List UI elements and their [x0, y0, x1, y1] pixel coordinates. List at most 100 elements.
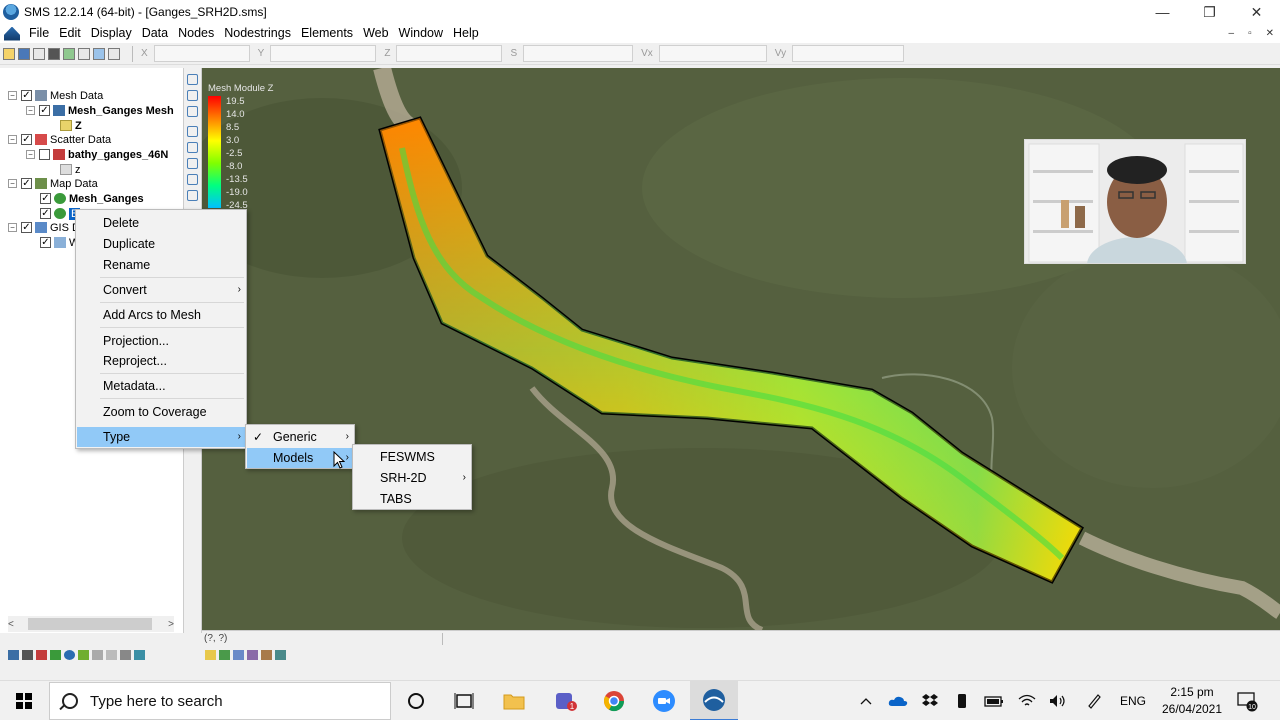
checkbox[interactable]: ✓ — [40, 237, 51, 248]
gis-module-icon[interactable] — [64, 650, 75, 660]
cartesian-module-icon[interactable] — [92, 650, 103, 660]
menu-item-metadata[interactable]: Metadata... — [77, 376, 247, 396]
file-explorer-button[interactable] — [490, 681, 538, 720]
create-arc-tool-icon[interactable] — [187, 174, 198, 185]
select-icon[interactable] — [108, 47, 120, 60]
menu-item-add-arcs-to-mesh[interactable]: Add Arcs to Mesh — [77, 305, 247, 325]
checkbox[interactable]: ✓ — [21, 222, 32, 233]
tree-item-z-dataset[interactable]: Z — [60, 118, 82, 133]
select-point-tool-icon[interactable] — [187, 126, 198, 137]
vx-coord-field[interactable] — [658, 45, 767, 62]
zoom-icon[interactable] — [78, 47, 90, 60]
checkbox[interactable]: ✓ — [39, 105, 50, 116]
tool-node-icon[interactable] — [219, 650, 230, 660]
wifi-button[interactable] — [1014, 681, 1040, 720]
x-coord-field[interactable] — [153, 45, 250, 62]
show-hidden-icons-button[interactable] — [856, 681, 876, 720]
minimize-button[interactable]: — — [1139, 0, 1186, 24]
z-coord-field[interactable] — [396, 45, 503, 62]
model-check-icon[interactable] — [134, 650, 145, 660]
tool-select-icon[interactable] — [205, 650, 216, 660]
language-indicator[interactable]: ENG — [1118, 681, 1148, 720]
frame-icon[interactable] — [93, 47, 105, 60]
task-view-button[interactable] — [440, 681, 488, 720]
s-coord-field[interactable] — [523, 45, 634, 62]
menu-web[interactable]: Web — [358, 24, 393, 43]
tool-polygon-icon[interactable] — [247, 650, 258, 660]
taskbar-search-box[interactable]: Type here to search — [49, 682, 391, 720]
scroll-thumb[interactable] — [28, 618, 152, 630]
tool-measure-icon[interactable] — [275, 650, 286, 660]
menu-item-convert[interactable]: Convert › — [77, 280, 247, 300]
menu-item-rename[interactable]: Rename — [77, 255, 247, 275]
tree-item-bathy-z[interactable]: z — [60, 162, 81, 177]
menu-item-reproject[interactable]: Reproject... — [77, 351, 247, 371]
checkbox[interactable]: ✓ — [21, 134, 32, 145]
menu-item-srh-2d[interactable]: SRH-2D › — [354, 468, 472, 488]
link-module-icon[interactable] — [120, 650, 131, 660]
document-icon[interactable] — [4, 26, 20, 41]
menu-help[interactable]: Help — [448, 24, 484, 43]
collapse-icon[interactable]: − — [26, 106, 35, 115]
mdi-minimize-button[interactable]: – — [1229, 24, 1235, 43]
checkbox[interactable]: ✓ — [21, 178, 32, 189]
tree-item-map-ganges[interactable]: ✓ Mesh_Ganges — [40, 191, 144, 206]
mesh-module-icon[interactable] — [8, 650, 19, 660]
maximize-button[interactable]: ❐ — [1186, 0, 1233, 24]
menu-item-feswms[interactable]: FESWMS — [354, 447, 472, 467]
menu-edit[interactable]: Edit — [54, 24, 86, 43]
tree-item-gis-child[interactable]: ✓ W — [40, 235, 79, 250]
menu-item-projection[interactable]: Projection... — [77, 331, 247, 351]
action-center-button[interactable]: 10 — [1232, 681, 1262, 720]
battery-button[interactable] — [982, 681, 1006, 720]
save-icon[interactable] — [18, 47, 30, 60]
collapse-icon[interactable]: − — [8, 135, 17, 144]
checkbox[interactable]: ✓ — [40, 208, 51, 219]
vy-coord-field[interactable] — [792, 45, 905, 62]
dropbox-button[interactable] — [918, 681, 942, 720]
pan-tool-icon[interactable] — [187, 74, 198, 85]
checkbox[interactable] — [39, 149, 50, 160]
tool-arc-icon[interactable] — [233, 650, 244, 660]
pen-button[interactable] — [1082, 681, 1106, 720]
cortana-button[interactable] — [392, 681, 440, 720]
menu-item-duplicate[interactable]: Duplicate — [77, 234, 247, 254]
tree-item-map-data[interactable]: − ✓ Map Data — [8, 176, 98, 191]
close-button[interactable]: ✕ — [1233, 0, 1280, 24]
menu-file[interactable]: File — [24, 24, 54, 43]
teams-button[interactable]: 1 — [542, 681, 590, 720]
map-module-icon[interactable] — [50, 650, 61, 660]
checkbox[interactable]: ✓ — [40, 193, 51, 204]
grid-module-icon[interactable] — [22, 650, 33, 660]
menu-item-type[interactable]: Type › — [77, 427, 247, 447]
collapse-icon[interactable]: − — [8, 179, 17, 188]
tree-item-mesh-data[interactable]: − ✓ Mesh Data — [8, 88, 103, 103]
tool-vertex-icon[interactable] — [261, 650, 272, 660]
scroll-right-icon[interactable]: > — [168, 619, 174, 630]
mdi-close-button[interactable]: ✕ — [1266, 24, 1274, 43]
menu-nodes[interactable]: Nodes — [173, 24, 219, 43]
tree-horizontal-scrollbar[interactable]: < > — [8, 616, 174, 632]
y-coord-field[interactable] — [270, 45, 377, 62]
sms-taskbar-button[interactable] — [690, 681, 738, 720]
collapse-icon[interactable]: − — [8, 223, 17, 232]
refresh-icon[interactable] — [63, 47, 75, 60]
menu-display[interactable]: Display — [86, 24, 137, 43]
menu-item-delete[interactable]: Delete — [77, 213, 247, 233]
tree-item-gis-data[interactable]: − ✓ GIS D — [8, 220, 80, 235]
menu-elements[interactable]: Elements — [296, 24, 358, 43]
menu-nodestrings[interactable]: Nodestrings — [219, 24, 296, 43]
menu-item-generic[interactable]: ✓ Generic › — [247, 427, 355, 447]
particle-module-icon[interactable] — [78, 650, 89, 660]
print-icon[interactable] — [33, 47, 45, 60]
rotate-tool-icon[interactable] — [187, 106, 198, 117]
tree-item-scatter-data[interactable]: − ✓ Scatter Data — [8, 132, 111, 147]
chrome-button[interactable] — [590, 681, 638, 720]
volume-button[interactable] — [1046, 681, 1070, 720]
start-button[interactable] — [0, 681, 48, 720]
menu-data[interactable]: Data — [137, 24, 173, 43]
select-node-tool-icon[interactable] — [187, 142, 198, 153]
delete-icon[interactable] — [48, 47, 60, 60]
scroll-left-icon[interactable]: < — [8, 619, 14, 630]
tree-item-bathy[interactable]: − bathy_ganges_46N — [26, 147, 168, 162]
